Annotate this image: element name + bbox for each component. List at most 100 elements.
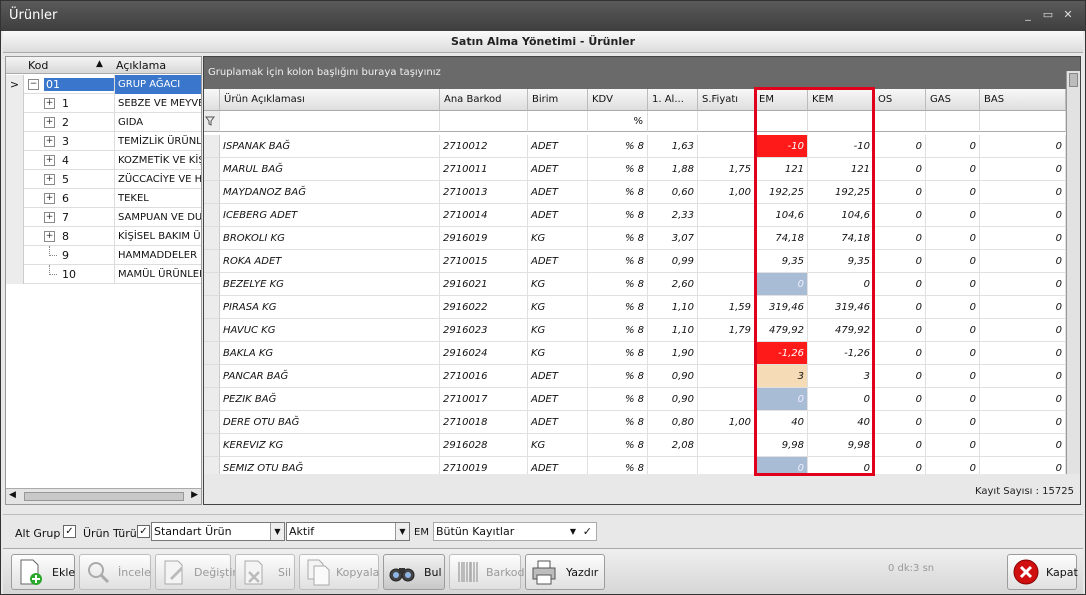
yazdir-button[interactable]: Yazdır <box>525 554 605 590</box>
table-cell[interactable]: 0 <box>874 319 926 342</box>
table-cell[interactable]: 1,59 <box>698 296 755 319</box>
table-cell[interactable]: KEREVIZ KG <box>220 434 440 457</box>
table-cell[interactable]: 0 <box>980 457 1066 474</box>
table-cell[interactable]: 192,25 <box>755 181 808 204</box>
tree-item[interactable]: +8 KİŞİSEL BAKIM Ü. <box>6 227 201 246</box>
table-cell[interactable]: -1,26 <box>755 342 808 365</box>
table-cell[interactable]: 2,08 <box>648 434 698 457</box>
table-cell[interactable]: ADET <box>528 411 588 434</box>
table-cell[interactable]: 0 <box>926 457 980 474</box>
table-cell[interactable]: % 8 <box>588 158 648 181</box>
kapat-button[interactable]: Kapat <box>1007 554 1078 590</box>
filter-cell[interactable] <box>926 111 980 132</box>
status-select[interactable]: Aktif ▼ <box>286 522 410 541</box>
grid-scroll-thumb[interactable] <box>1069 73 1078 87</box>
group-tree[interactable]: Kod ▲ Açıklama > −01 GRUP AĞACI +1 SEBZE VE … <box>5 56 202 505</box>
table-cell[interactable] <box>698 365 755 388</box>
table-cell[interactable]: % 8 <box>588 204 648 227</box>
table-cell[interactable]: KG <box>528 227 588 250</box>
table-cell[interactable]: 1,10 <box>648 296 698 319</box>
table-cell[interactable]: 74,18 <box>808 227 874 250</box>
table-cell[interactable]: 2916019 <box>440 227 528 250</box>
column-header[interactable]: GAS <box>926 89 980 111</box>
table-cell[interactable]: 0 <box>926 204 980 227</box>
table-cell[interactable]: 0 <box>980 273 1066 296</box>
table-cell[interactable]: 3 <box>755 365 808 388</box>
table-cell[interactable]: 0 <box>926 158 980 181</box>
table-cell[interactable]: 2916024 <box>440 342 528 365</box>
table-cell[interactable]: 1,79 <box>698 319 755 342</box>
table-cell[interactable]: ADET <box>528 250 588 273</box>
table-cell[interactable]: 0 <box>926 434 980 457</box>
table-cell[interactable]: BAKLA KG <box>220 342 440 365</box>
table-cell[interactable]: % 8 <box>588 411 648 434</box>
table-cell[interactable]: 0 <box>874 411 926 434</box>
table-cell[interactable]: ADET <box>528 457 588 474</box>
table-cell[interactable]: 0 <box>874 388 926 411</box>
row-indicator[interactable] <box>204 227 220 250</box>
table-cell[interactable] <box>648 457 698 474</box>
tree-item[interactable]: +3 TEMİZLİK ÜRÜNLE <box>6 132 201 151</box>
table-cell[interactable]: 2710012 <box>440 135 528 158</box>
table-cell[interactable]: 74,18 <box>755 227 808 250</box>
filter-cell[interactable] <box>220 111 440 132</box>
table-cell[interactable]: 0 <box>874 296 926 319</box>
table-cell[interactable]: SEMIZ OTU BAĞ <box>220 457 440 474</box>
table-cell[interactable]: 0 <box>926 181 980 204</box>
chevron-down-icon[interactable]: ▼ <box>270 523 284 540</box>
table-cell[interactable]: ADET <box>528 365 588 388</box>
urun-turu-checkbox[interactable]: ✓ <box>137 525 150 538</box>
table-cell[interactable]: KG <box>528 273 588 296</box>
table-cell[interactable]: ISPANAK BAĞ <box>220 135 440 158</box>
expand-icon[interactable]: + <box>44 155 55 166</box>
chevron-down-icon[interactable]: ▼ <box>395 523 409 540</box>
tree-scroll-thumb[interactable] <box>24 492 184 501</box>
table-cell[interactable]: KG <box>528 319 588 342</box>
table-cell[interactable]: 104,6 <box>755 204 808 227</box>
table-cell[interactable]: 0 <box>980 158 1066 181</box>
table-cell[interactable]: 0 <box>980 227 1066 250</box>
row-indicator[interactable] <box>204 273 220 296</box>
row-indicator[interactable] <box>204 411 220 434</box>
table-cell[interactable]: 0 <box>926 319 980 342</box>
table-cell[interactable]: 1,88 <box>648 158 698 181</box>
table-cell[interactable]: % 8 <box>588 296 648 319</box>
table-cell[interactable] <box>698 135 755 158</box>
table-cell[interactable]: HAVUC KG <box>220 319 440 342</box>
row-indicator[interactable] <box>204 204 220 227</box>
table-cell[interactable]: 2916021 <box>440 273 528 296</box>
table-cell[interactable]: ADET <box>528 158 588 181</box>
table-cell[interactable]: 2,60 <box>648 273 698 296</box>
table-cell[interactable]: 0 <box>926 365 980 388</box>
table-cell[interactable]: ICEBERG ADET <box>220 204 440 227</box>
close-window-button[interactable]: ✕ <box>1059 7 1077 23</box>
tree-item[interactable]: +6 TEKEL <box>6 189 201 208</box>
table-cell[interactable] <box>698 342 755 365</box>
table-cell[interactable]: 3 <box>808 365 874 388</box>
table-cell[interactable]: 0 <box>755 273 808 296</box>
column-header[interactable]: S.Fiyatı <box>698 89 755 111</box>
table-cell[interactable] <box>698 204 755 227</box>
table-cell[interactable]: 0 <box>980 250 1066 273</box>
table-cell[interactable]: ADET <box>528 181 588 204</box>
table-cell[interactable]: 3,07 <box>648 227 698 250</box>
table-cell[interactable]: % 8 <box>588 342 648 365</box>
scroll-left-icon[interactable]: ◀ <box>9 490 16 500</box>
table-cell[interactable]: 0 <box>874 181 926 204</box>
expand-icon[interactable]: + <box>44 231 55 242</box>
row-indicator[interactable] <box>204 135 220 158</box>
tree-col-kod[interactable]: Kod <box>28 59 48 72</box>
table-cell[interactable]: 0 <box>980 342 1066 365</box>
table-cell[interactable]: KG <box>528 434 588 457</box>
table-cell[interactable] <box>698 250 755 273</box>
table-cell[interactable]: 0 <box>980 296 1066 319</box>
table-cell[interactable]: PEZIK BAĞ <box>220 388 440 411</box>
table-cell[interactable]: % 8 <box>588 181 648 204</box>
table-cell[interactable]: 121 <box>755 158 808 181</box>
table-cell[interactable]: 0 <box>980 319 1066 342</box>
table-cell[interactable]: 0 <box>980 365 1066 388</box>
sil-button[interactable]: Sil <box>235 554 295 590</box>
tree-item[interactable]: +2 GIDA <box>6 113 201 132</box>
table-cell[interactable]: 319,46 <box>755 296 808 319</box>
expand-icon[interactable]: + <box>44 136 55 147</box>
